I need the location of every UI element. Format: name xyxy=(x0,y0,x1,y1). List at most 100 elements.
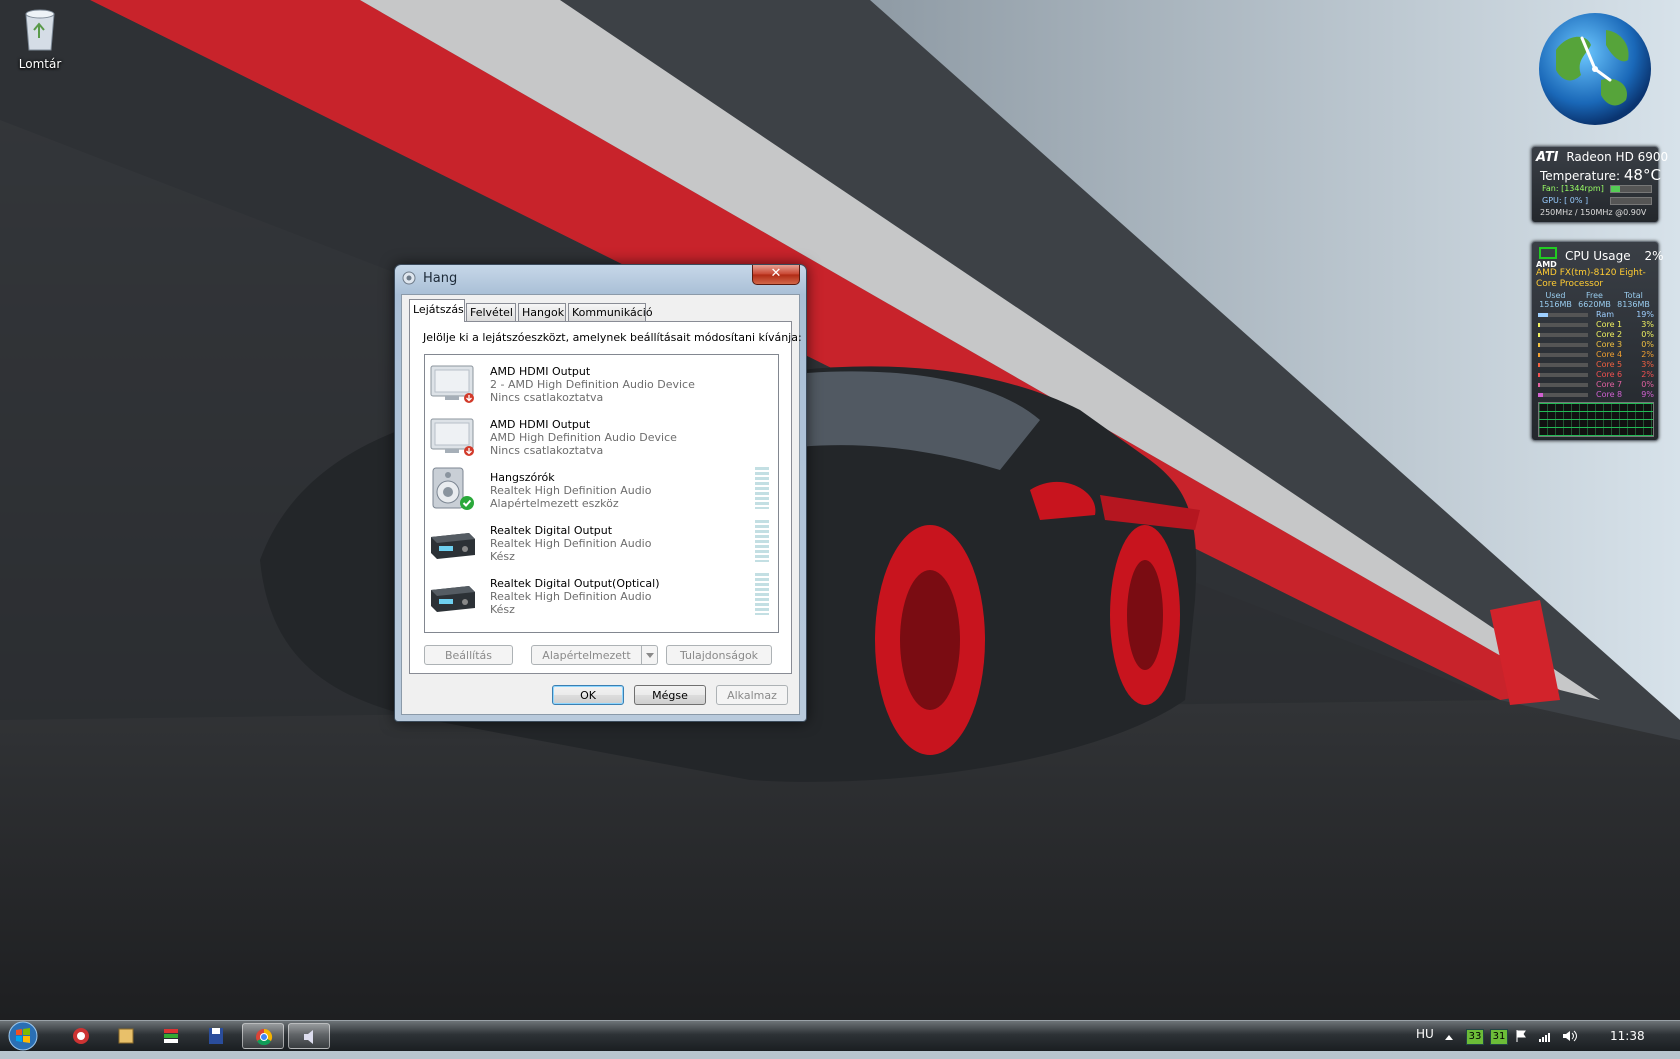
gpu-load: GPU: [ 0% ] xyxy=(1542,196,1589,205)
taskbar: HU 33 31 11:38 xyxy=(0,1020,1680,1051)
device-list-item[interactable]: AMD HDMI Output 2 - AMD High Definition … xyxy=(425,355,778,408)
amd-chip-icon xyxy=(1539,247,1557,259)
ati-logo: ATI xyxy=(1536,150,1559,165)
configure-button[interactable]: Beállítás xyxy=(424,645,513,665)
tray-badge[interactable]: 33 xyxy=(1466,1029,1484,1045)
recycle-bin-shortcut[interactable]: Lomtár xyxy=(14,6,66,71)
mem-used-value: 1516MB xyxy=(1539,300,1572,309)
device-list-item[interactable]: Hangszórók Realtek High Definition Audio… xyxy=(425,461,778,514)
taskbar-app-button[interactable] xyxy=(60,1023,102,1049)
cpu-core-row: Core 5 3% xyxy=(1538,360,1654,370)
cpu-core-meter xyxy=(1538,313,1588,317)
playback-device-list[interactable]: AMD HDMI Output 2 - AMD High Definition … xyxy=(424,354,779,633)
speaker-icon xyxy=(432,467,474,510)
tab-sounds[interactable]: Hangok xyxy=(518,303,566,321)
sound-dialog[interactable]: Hang ✕ Lejátszás Felvétel Hangok Kommuni… xyxy=(394,264,807,722)
cpu-core-row: Core 8 9% xyxy=(1538,390,1654,400)
cpu-usage-label: CPU Usage xyxy=(1565,249,1631,263)
cpu-core-name: Core 7 xyxy=(1596,380,1623,389)
show-hidden-icons-icon[interactable] xyxy=(1444,1033,1454,1041)
start-button[interactable] xyxy=(6,1021,40,1051)
tab-playback[interactable]: Lejátszás xyxy=(409,299,465,322)
clock-gadget[interactable] xyxy=(1536,10,1654,128)
gpu-temperature-value: 48°C xyxy=(1623,166,1661,184)
cpu-core-name: Core 8 xyxy=(1596,390,1623,399)
cpu-usage-gadget[interactable]: AMD CPU Usage 2% AMD FX(tm)-8120 Eight-C… xyxy=(1531,241,1663,441)
taskbar-app-button[interactable] xyxy=(105,1023,147,1049)
cpu-core-percent: 2% xyxy=(1641,350,1654,359)
device-list-item[interactable]: Realtek Digital Output(Optical) Realtek … xyxy=(425,567,778,620)
properties-button[interactable]: Tulajdonságok xyxy=(666,645,772,665)
volume-icon[interactable] xyxy=(1562,1029,1578,1043)
cpu-usage-title: CPU Usage 2% xyxy=(1565,249,1663,263)
gpu-clocks: 250MHz / 150MHz @0.90V xyxy=(1540,208,1647,217)
cpu-core-row: Core 2 0% xyxy=(1538,330,1654,340)
cancel-button[interactable]: Mégse xyxy=(634,685,706,705)
cpu-processor-name: AMD FX(tm)-8120 Eight-Core Processor xyxy=(1536,268,1646,289)
recycle-bin-icon xyxy=(25,9,55,51)
device-driver: Realtek High Definition Audio xyxy=(490,590,652,603)
chevron-down-icon[interactable] xyxy=(641,646,657,664)
mem-total-header: Total xyxy=(1624,291,1643,300)
recycle-bin-label: Lomtár xyxy=(18,57,62,71)
app-icon xyxy=(164,1029,178,1043)
cpu-core-row: Core 4 2% xyxy=(1538,350,1654,360)
volume-meter xyxy=(755,467,769,509)
taskbar-app-button[interactable] xyxy=(195,1023,237,1049)
language-indicator[interactable]: HU xyxy=(1416,1027,1434,1057)
cpu-core-row: Core 6 2% xyxy=(1538,370,1654,380)
mem-free-value: 6620MB xyxy=(1578,300,1611,309)
cpu-core-meter xyxy=(1538,333,1588,337)
monitor-icon xyxy=(430,418,474,456)
dialog-client-area: Lejátszás Felvétel Hangok Kommunikáció J… xyxy=(401,294,802,715)
device-list-item[interactable]: AMD HDMI Output AMD High Definition Audi… xyxy=(425,408,778,461)
receiver-icon xyxy=(431,533,475,559)
save-disk-icon xyxy=(209,1028,223,1044)
cpu-core-meter xyxy=(1538,393,1588,397)
sound-app-icon xyxy=(304,1030,313,1044)
instruction-text: Jelölje ki a lejátszóeszközt, amelynek b… xyxy=(423,331,802,344)
explorer-icon xyxy=(118,1028,134,1044)
memory-summary: Used Free Total 1516MB 6620MB 8136MB xyxy=(1536,291,1656,309)
cpu-usage-value: 2% xyxy=(1644,249,1664,263)
cpu-core-percent: 3% xyxy=(1641,360,1654,369)
volume-meter xyxy=(755,520,769,562)
device-status: Alapértelmezett eszköz xyxy=(490,497,619,510)
playback-panel: Jelölje ki a lejátszóeszközt, amelynek b… xyxy=(409,321,802,674)
cpu-core-percent: 0% xyxy=(1641,330,1654,339)
gpu-model: Radeon HD 6900 xyxy=(1566,150,1669,164)
taskbar-clock[interactable]: 11:38 xyxy=(1610,1029,1645,1059)
apply-button[interactable]: Alkalmaz xyxy=(716,685,788,705)
gpu-temperature: Temperature: 48°C xyxy=(1540,166,1661,184)
tab-recording[interactable]: Felvétel xyxy=(466,303,516,321)
cpu-core-percent: 9% xyxy=(1641,390,1654,399)
action-center-flag-icon[interactable] xyxy=(1514,1029,1528,1043)
monitor-icon xyxy=(430,365,474,403)
mem-total-value: 8136MB xyxy=(1617,300,1650,309)
cpu-history-graph xyxy=(1538,402,1654,437)
dialog-title: Hang xyxy=(423,271,458,286)
amd-logo: AMD xyxy=(1536,246,1560,269)
taskbar-app-button[interactable] xyxy=(288,1023,330,1049)
set-default-button[interactable]: Alapértelmezett xyxy=(531,645,658,665)
device-status: Kész xyxy=(490,603,515,616)
cpu-core-name: Core 3 xyxy=(1596,340,1623,349)
device-name: Realtek Digital Output xyxy=(490,524,613,537)
cpu-core-name: Core 6 xyxy=(1596,370,1623,379)
device-list-item[interactable]: Realtek Digital Output Realtek High Defi… xyxy=(425,514,778,567)
taskbar-app-button[interactable] xyxy=(150,1023,192,1049)
device-name: Hangszórók xyxy=(490,471,555,484)
cpu-core-percent: 2% xyxy=(1641,370,1654,379)
cpu-core-percent: 0% xyxy=(1641,340,1654,349)
cpu-core-meter xyxy=(1538,363,1588,367)
device-driver: Realtek High Definition Audio xyxy=(490,537,652,550)
ok-button[interactable]: OK xyxy=(552,685,624,705)
network-signal-icon[interactable] xyxy=(1538,1029,1552,1043)
close-button[interactable]: ✕ xyxy=(752,265,800,285)
gpu-load-bar xyxy=(1610,197,1652,205)
tab-communications[interactable]: Kommunikáció xyxy=(568,303,653,321)
tray-badge[interactable]: 31 xyxy=(1490,1029,1508,1045)
taskbar-app-button[interactable] xyxy=(242,1023,284,1049)
device-driver: AMD High Definition Audio Device xyxy=(490,431,677,444)
gpu-monitor-gadget[interactable]: ATI Radeon HD 6900 Temperature: 48°C Fan… xyxy=(1531,146,1668,223)
